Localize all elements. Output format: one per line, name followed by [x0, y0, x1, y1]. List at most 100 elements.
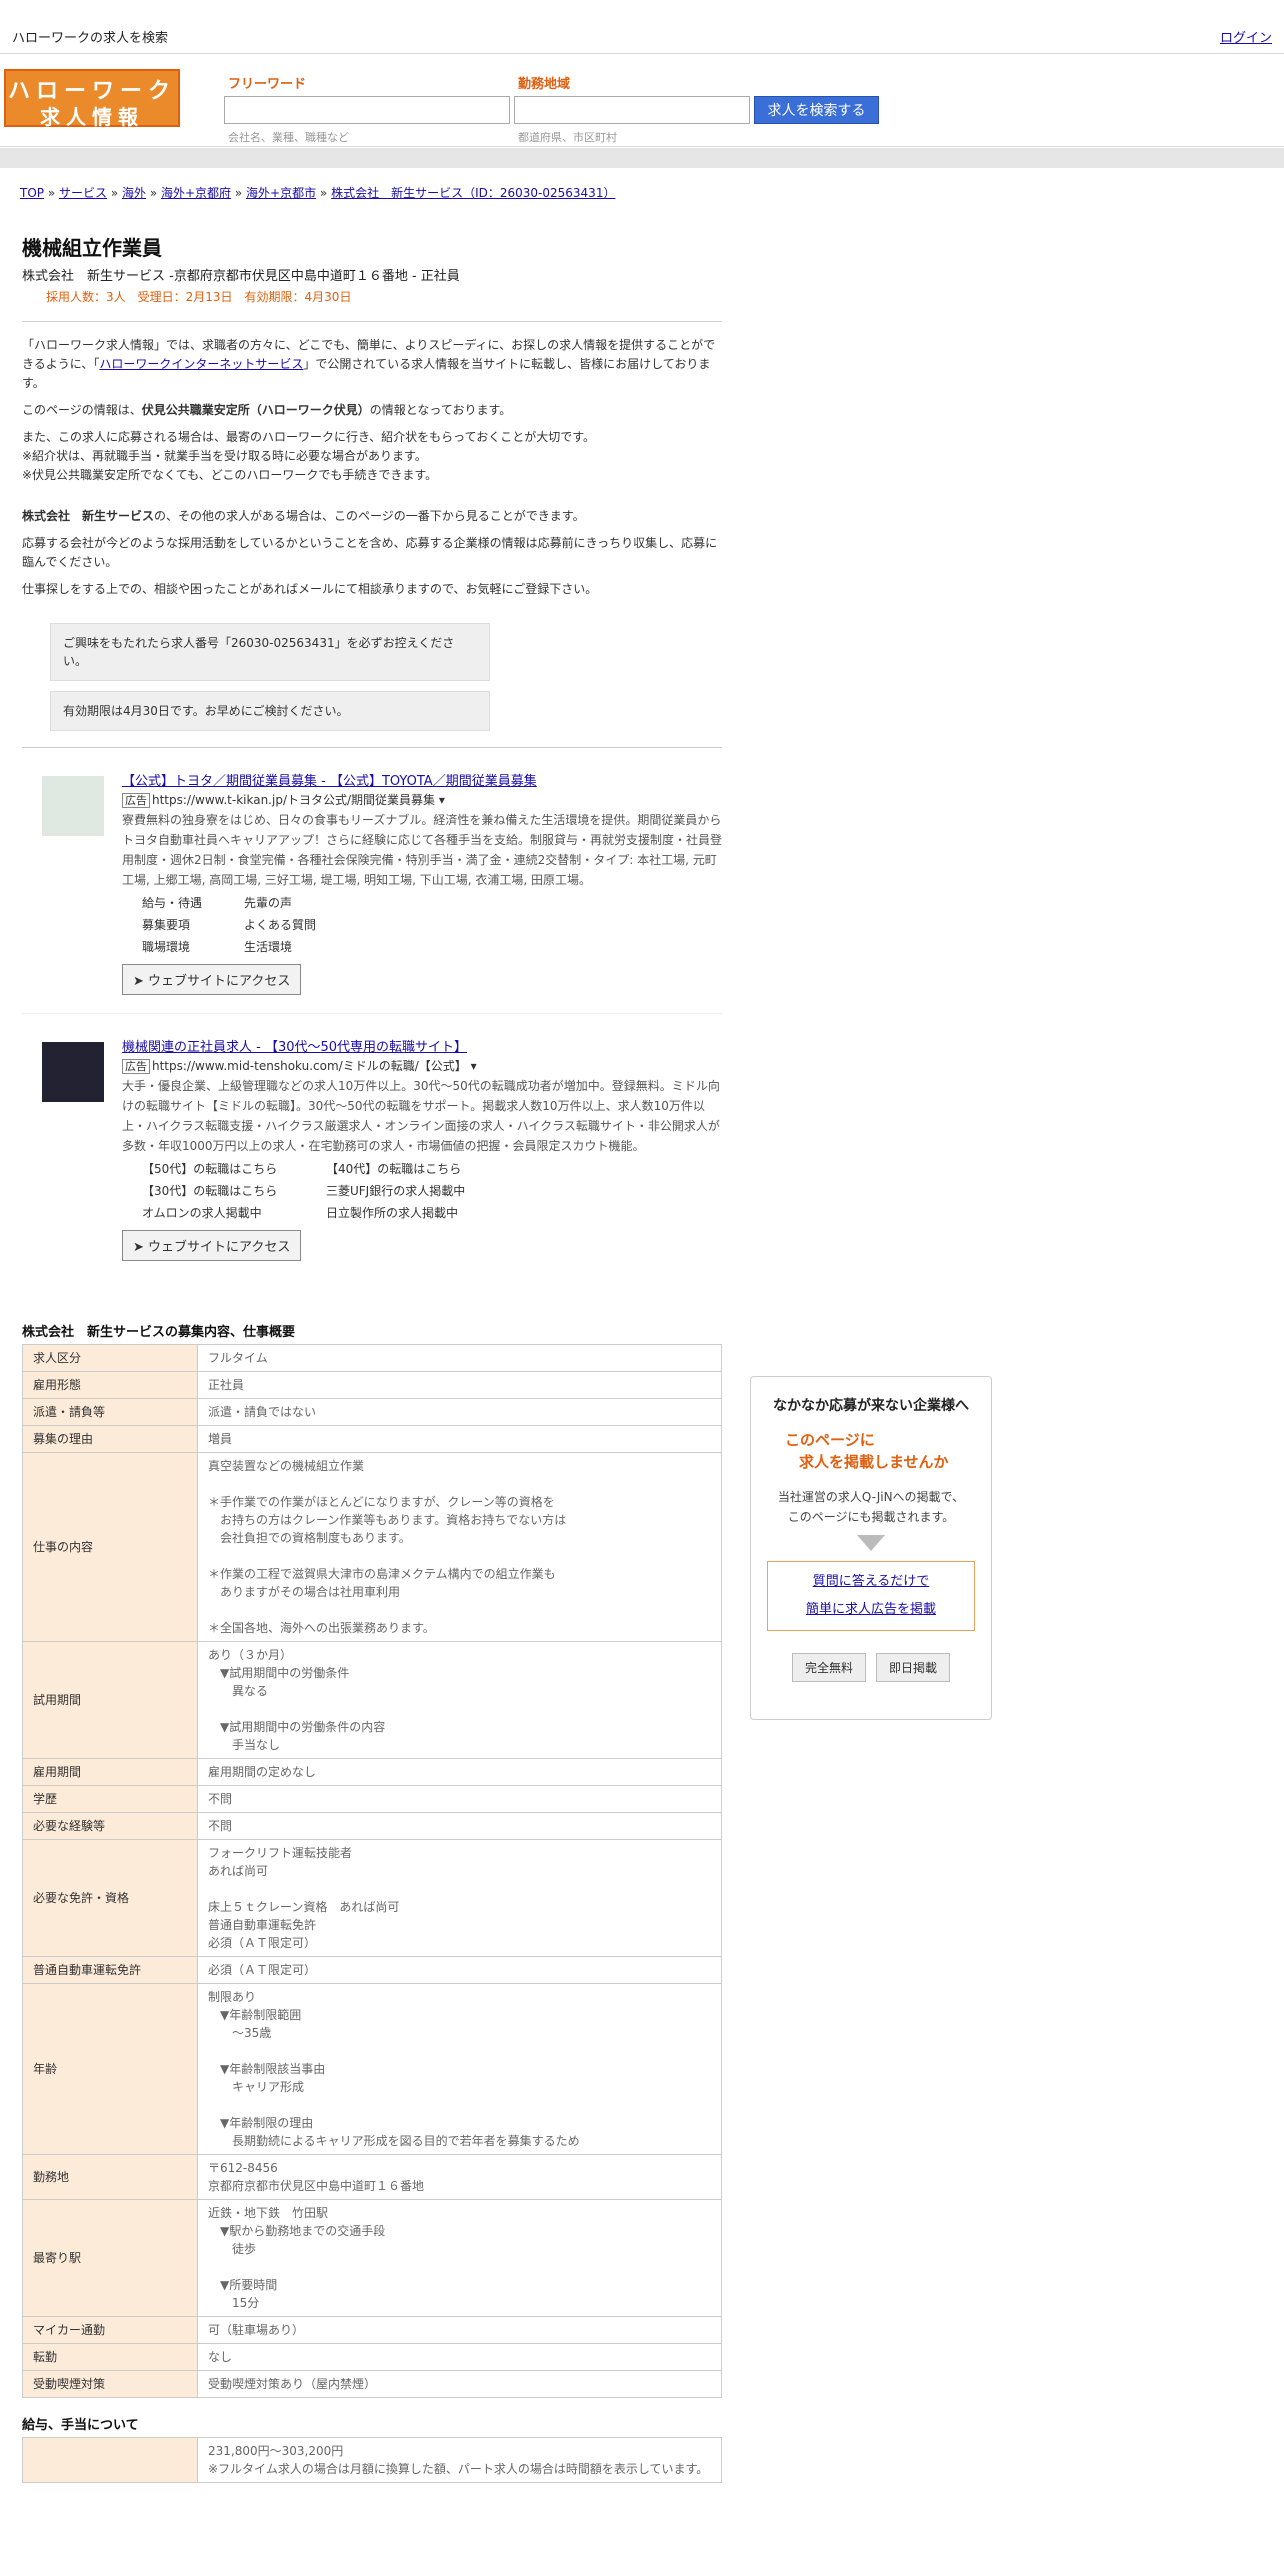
consult-paragraph: 仕事探しをする上での、相談や困ったことがあればメールにて相談承りますので、お気軽…	[22, 582, 598, 596]
ad-thumbnail[interactable]	[42, 1042, 104, 1102]
advice-paragraph: 応募する会社が今どのような採用活動をしているかということを含め、応募する企業様の…	[22, 536, 718, 569]
breadcrumb-service[interactable]: サービス	[59, 186, 107, 200]
row-label: 必要な経験等	[22, 1812, 198, 1840]
table-row: 受動喫煙対策 受動喫煙対策あり（屋内禁煙）	[22, 2370, 722, 2398]
ad-sitelink[interactable]: 日立製作所の求人掲載中	[326, 1202, 486, 1224]
hellowork-internet-link[interactable]: ハローワークインターネットサービス	[99, 357, 303, 371]
table-row: 231,800円〜303,200円 ※フルタイム求人の場合は月額に換算した額、パ…	[22, 2437, 722, 2483]
pay-heading: 給与、手当について	[22, 2418, 139, 2433]
row-label: 雇用形態	[22, 1371, 198, 1399]
table-row: 最寄り駅 近鉄・地下鉄 竹田駅 ▼駅から勤務地までの交通手段 徒歩 ▼所要時間 1…	[22, 2199, 722, 2317]
ad-listing: 機械関連の正社員求人 - 【30代～50代専用の転職サイト】 広告 https:/…	[22, 1036, 722, 1261]
ad-sitelink[interactable]: 給与・待遇	[142, 892, 244, 914]
table-row: 募集の理由 増員	[22, 1425, 722, 1453]
pay-table: 231,800円〜303,200円 ※フルタイム求人の場合は月額に換算した額、パ…	[22, 2437, 722, 2483]
login-link[interactable]: ログイン	[1220, 27, 1272, 46]
breadcrumb-overseas[interactable]: 海外	[122, 186, 146, 200]
ad-sitelink[interactable]: 職場環境	[142, 936, 244, 958]
ad-sitelink[interactable]: 募集要項	[142, 914, 244, 936]
row-value: 正社員	[197, 1371, 722, 1399]
row-value: 増員	[197, 1425, 722, 1453]
ad-badge: 広告	[122, 793, 150, 808]
table-row: 必要な免許・資格 フォークリフト運転技能者 あれば尚可 床上５ｔクレーン資格 あれ…	[22, 1839, 722, 1957]
other-jobs-paragraph: 株式会社 新生サービスの、その他の求人がある場合は、このページの一番下から見るこ…	[22, 509, 585, 523]
ad-sitelink[interactable]: 【30代】の転職はこちら	[142, 1180, 326, 1202]
details-table: 求人区分 フルタイム 雇用形態 正社員 派遣・請負等 派遣・請負ではない 募集の理由 増員 仕事…	[22, 1344, 722, 2398]
row-value: フォークリフト運転技能者 あれば尚可 床上５ｔクレーン資格 あれば尚可 普通自動…	[197, 1839, 722, 1957]
job-number-note: ご興味をもたれたら求人番号「26030-02563431」を必ずお控えください。	[50, 623, 490, 681]
row-value: 派遣・請負ではない	[197, 1398, 722, 1426]
breadcrumb: TOP » サービス » 海外 » 海外+京都府 » 海外+京都市 » 株式会社…	[20, 186, 616, 200]
ad-sitelink[interactable]: 生活環境	[244, 936, 334, 958]
row-label: マイカー通勤	[22, 2316, 198, 2344]
ad-description: 大手・優良企業、上級管理職などの求人10万件以上。30代～50代の転職成功者が増…	[122, 1079, 720, 1153]
ad-sitelink[interactable]: オムロンの求人掲載中	[142, 1202, 326, 1224]
row-label: 必要な免許・資格	[22, 1839, 198, 1957]
breadcrumb-overseas-kyoto-city[interactable]: 海外+京都市	[246, 186, 316, 200]
row-value: あり（３か月） ▼試用期間中の労働条件 異なる ▼試用期間中の労働条件の内容 手…	[197, 1641, 722, 1759]
site-logo[interactable]: ハローワーク 求人情報	[4, 69, 180, 129]
referral-paragraph: また、この求人に応募される場合は、最寄のハローワークに行き、紹介状をもらっておく…	[22, 430, 596, 444]
row-label: 仕事の内容	[22, 1452, 198, 1642]
row-value: 〒612-8456 京都府京都市伏見区中島中道町１６番地	[197, 2154, 722, 2200]
row-label: 求人区分	[22, 1344, 198, 1372]
table-row: 転勤 なし	[22, 2343, 722, 2371]
freeword-label: フリーワード	[228, 77, 307, 92]
referral-note-1: ※紹介状は、再就職手当・就業手当を受け取る時に必要な場合があります。	[22, 449, 427, 463]
row-value: 不問	[197, 1785, 722, 1813]
divider	[22, 321, 722, 322]
breadcrumb-overseas-kyoto-pref[interactable]: 海外+京都府	[161, 186, 231, 200]
page-title: 機械組立作業員	[22, 236, 162, 260]
ad-title-link[interactable]: 機械関連の正社員求人 - 【30代～50代専用の転職サイト】	[122, 1040, 467, 1055]
ad-url: 広告 https://www.t-kikan.jp/トヨタ公式/期間従業員募集 ▾	[122, 791, 722, 808]
divider	[22, 1013, 722, 1014]
table-row: 仕事の内容 真空装置などの機械組立作業 ＊手作業での作業がほとんどになりますが、ク…	[22, 1452, 722, 1642]
promo-link-1[interactable]: 質問に答えるだけで	[813, 1574, 930, 1589]
row-value: 必須（ＡＴ限定可）	[197, 1956, 722, 1984]
main-content: 機械組立作業員 株式会社 新生サービス -京都府京都市伏見区中島中道町１６番地 …	[22, 232, 722, 2483]
top-bar: ハローワークの求人を検索 ログイン	[0, 0, 1284, 54]
promo-link-box: 質問に答えるだけで 簡単に求人広告を掲載	[767, 1561, 975, 1631]
logo-text-bottom: 求人情報	[40, 105, 144, 129]
row-label: 転勤	[22, 2343, 198, 2371]
ad-sitelink[interactable]: よくある質問	[244, 914, 334, 936]
ad-sitelink[interactable]: 先輩の声	[244, 892, 334, 914]
source-paragraph: このページの情報は、伏見公共職業安定所（ハローワーク伏見）の情報となっております…	[22, 403, 512, 417]
details-heading: 株式会社 新生サービスの募集内容、仕事概要	[22, 1325, 296, 1340]
area-hint: 都道府県、市区町村	[518, 131, 617, 144]
breadcrumb-company[interactable]: 株式会社 新生サービス（ID：26030-02563431）	[331, 186, 615, 200]
freeword-input[interactable]	[224, 96, 510, 124]
ad-visit-button[interactable]: ➤ ウェブサイトにアクセス	[122, 964, 302, 995]
down-arrow-icon	[857, 1535, 885, 1551]
table-row: 雇用期間 雇用期間の定めなし	[22, 1758, 722, 1786]
ad-sitelink[interactable]: 三菱UFJ銀行の求人掲載中	[326, 1180, 486, 1202]
ad-sitelink[interactable]: 【50代】の転職はこちら	[142, 1158, 326, 1180]
ad-title-link[interactable]: 【公式】トヨタ／期間従業員募集 - 【公式】TOYOTA／期間従業員募集	[122, 774, 537, 789]
area-input[interactable]	[514, 96, 750, 124]
intro-paragraph: 「ハローワーク求人情報」では、求職者の方々に、どこでも、簡単に、よりスピーディに…	[22, 338, 716, 390]
ad-thumbnail[interactable]	[42, 776, 104, 836]
ad-sitelink[interactable]: 【40代】の転職はこちら	[326, 1158, 486, 1180]
breadcrumb-top[interactable]: TOP	[20, 186, 44, 200]
ad-visit-button[interactable]: ➤ ウェブサイトにアクセス	[122, 1230, 302, 1261]
ad-url: 広告 https://www.mid-tenshoku.com/ミドルの転職/【公…	[122, 1057, 722, 1074]
free-button[interactable]: 完全無料	[791, 1653, 866, 1682]
expiry-note: 有効期限は4月30日です。お早めにご検討ください。	[50, 691, 490, 731]
same-day-button[interactable]: 即日掲載	[876, 1653, 951, 1682]
row-label	[22, 2437, 198, 2483]
promo-heading: なかなか応募が来ない企業様へ	[773, 1398, 969, 1414]
row-value: 不問	[197, 1812, 722, 1840]
row-label: 雇用期間	[22, 1758, 198, 1786]
row-value: なし	[197, 2343, 722, 2371]
promo-buttons: 完全無料 即日掲載	[751, 1653, 991, 1682]
ad-listing: 【公式】トヨタ／期間従業員募集 - 【公式】TOYOTA／期間従業員募集 広告 h…	[22, 770, 722, 995]
ad-badge: 広告	[122, 1059, 150, 1074]
table-row: 求人区分 フルタイム	[22, 1344, 722, 1372]
promo-highlight-2: 求人を掲載しませんか	[799, 1453, 949, 1471]
search-button[interactable]: 求人を検索する	[754, 96, 879, 124]
row-value: 雇用期間の定めなし	[197, 1758, 722, 1786]
table-row: 勤務地 〒612-8456 京都府京都市伏見区中島中道町１６番地	[22, 2154, 722, 2200]
row-value: 制限あり ▼年齢制限範囲 ～35歳 ▼年齢制限該当事由 キャリア形成 ▼年齢制限…	[197, 1983, 722, 2155]
row-label: 学歴	[22, 1785, 198, 1813]
promo-link-2[interactable]: 簡単に求人広告を掲載	[806, 1602, 936, 1617]
